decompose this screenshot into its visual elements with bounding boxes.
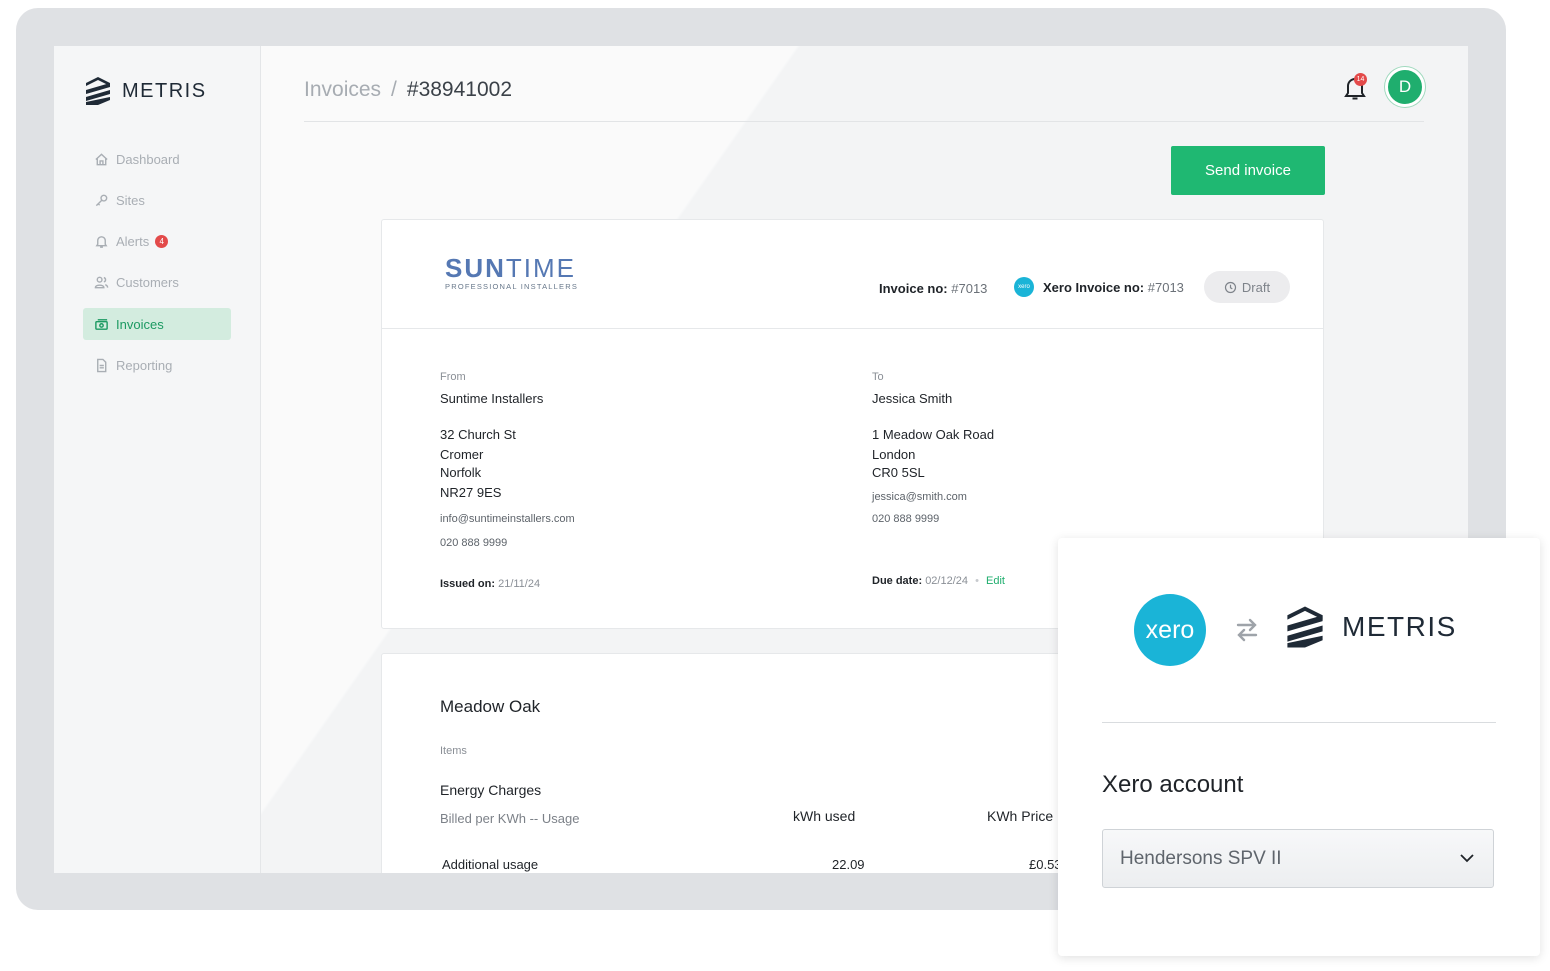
users-icon: [94, 277, 109, 289]
suntime-logo-title: SUNTIME: [445, 253, 577, 283]
app-name: METRIS: [122, 79, 207, 102]
suntime-logo: SUNTIME PROFESSIONAL INSTALLERS: [445, 255, 578, 291]
document-icon: [97, 358, 107, 373]
xero-integration-panel: xero METRIS Xero account Hendersons SPV …: [1058, 538, 1540, 956]
section-title: Energy Charges: [440, 782, 542, 798]
clock-icon: [1224, 281, 1237, 293]
row-label: Additional usage: [442, 857, 539, 872]
issued-date: Issued on: 21/11/24: [440, 578, 541, 590]
sidebar-nav: Dashboard Sites Alerts 4 Customers Invoi…: [83, 143, 231, 391]
row-kwh-used: 22.09: [832, 857, 865, 872]
items-label: Items: [440, 745, 467, 757]
sidebar-item-label: Alerts: [116, 234, 150, 250]
app-logo[interactable]: METRIS: [84, 76, 207, 106]
notification-count-badge: 14: [1354, 73, 1367, 86]
to-address-line: London: [872, 447, 916, 462]
section-subtitle: Billed per KWh -- Usage: [440, 811, 580, 826]
metris-logo-icon: [86, 77, 110, 105]
sidebar-item-alerts[interactable]: Alerts 4: [83, 226, 231, 258]
row-kwh-price: £0.53: [1029, 857, 1062, 872]
breadcrumb-separator: /: [391, 78, 397, 101]
metris-panel-logo: METRIS: [1284, 605, 1457, 649]
panel-divider: [1102, 722, 1496, 723]
site-name: Meadow Oak: [440, 697, 541, 716]
cash-icon: [95, 318, 108, 330]
sync-arrows-icon: [1236, 618, 1258, 642]
from-phone: 020 888 9999: [440, 537, 508, 549]
xero-invoice-number: Xero Invoice no: #7013: [1043, 280, 1184, 295]
xero-account-title: Xero account: [1102, 771, 1244, 798]
selected-account: Hendersons SPV II: [1120, 847, 1282, 869]
from-name: Suntime Installers: [440, 391, 544, 406]
edit-due-date-link[interactable]: Edit: [986, 575, 1005, 587]
to-phone: 020 888 9999: [872, 513, 940, 525]
breadcrumb-invoices-link[interactable]: Invoices: [304, 78, 381, 101]
sidebar-item-invoices[interactable]: Invoices: [83, 308, 231, 341]
to-address-line: CR0 5SL: [872, 465, 925, 480]
alerts-count-badge: 4: [155, 235, 169, 249]
metris-logo-icon: [1287, 606, 1323, 648]
to-name: Jessica Smith: [872, 391, 953, 406]
from-address-line: NR27 9ES: [440, 485, 502, 500]
invoice-card-header: SUNTIME PROFESSIONAL INSTALLERS Invoice …: [382, 220, 1323, 329]
status-badge: Draft: [1204, 271, 1290, 303]
xero-logo: xero: [1134, 594, 1206, 666]
status-label: Draft: [1241, 279, 1271, 295]
metris-logo-text: METRIS: [1342, 611, 1457, 642]
xero-icon: xero: [1014, 277, 1034, 297]
to-address-line: 1 Meadow Oak Road: [872, 427, 995, 442]
to-label: To: [872, 371, 884, 383]
invoice-number: Invoice no: #7013: [879, 281, 988, 296]
sidebar-item-dashboard[interactable]: Dashboard: [83, 143, 231, 175]
xero-account-select[interactable]: Hendersons SPV II: [1102, 829, 1494, 888]
breadcrumb-current: #38941002: [406, 78, 513, 101]
sidebar-item-label: Invoices: [116, 316, 164, 332]
suntime-logo-tagline: PROFESSIONAL INSTALLERS: [445, 282, 579, 291]
from-address-line: Cromer: [440, 447, 484, 462]
home-icon: [95, 152, 108, 165]
sidebar-item-label: Reporting: [116, 357, 173, 373]
breadcrumb: Invoices / #38941002: [304, 78, 512, 102]
from-address-line: 32 Church St: [440, 427, 516, 442]
column-header-kwh-used: kWh used: [793, 808, 856, 824]
chevron-down-icon: [1460, 854, 1474, 863]
sidebar-item-label: Dashboard: [116, 151, 180, 167]
header-divider: [304, 121, 1424, 122]
sidebar-item-reporting[interactable]: Reporting: [83, 349, 231, 381]
key-icon: [95, 194, 108, 206]
sidebar-item-customers[interactable]: Customers: [83, 267, 231, 299]
sidebar-item-sites[interactable]: Sites: [83, 184, 231, 216]
send-invoice-button[interactable]: Send invoice: [1171, 146, 1325, 195]
sidebar-item-label: Customers: [116, 275, 179, 291]
bell-icon: [95, 236, 108, 248]
sidebar: METRIS Dashboard Sites Alerts 4 Customer…: [54, 46, 261, 873]
to-email: jessica@smith.com: [872, 491, 967, 503]
from-email: info@suntimeinstallers.com: [440, 513, 575, 525]
from-address-line: Norfolk: [440, 465, 482, 480]
from-label: From: [440, 371, 466, 383]
column-header-kwh-price: KWh Price: [987, 808, 1054, 824]
user-avatar[interactable]: D: [1385, 67, 1425, 107]
sidebar-item-label: Sites: [116, 192, 145, 208]
due-date: Due date: 02/12/24 • Edit: [872, 575, 1005, 587]
